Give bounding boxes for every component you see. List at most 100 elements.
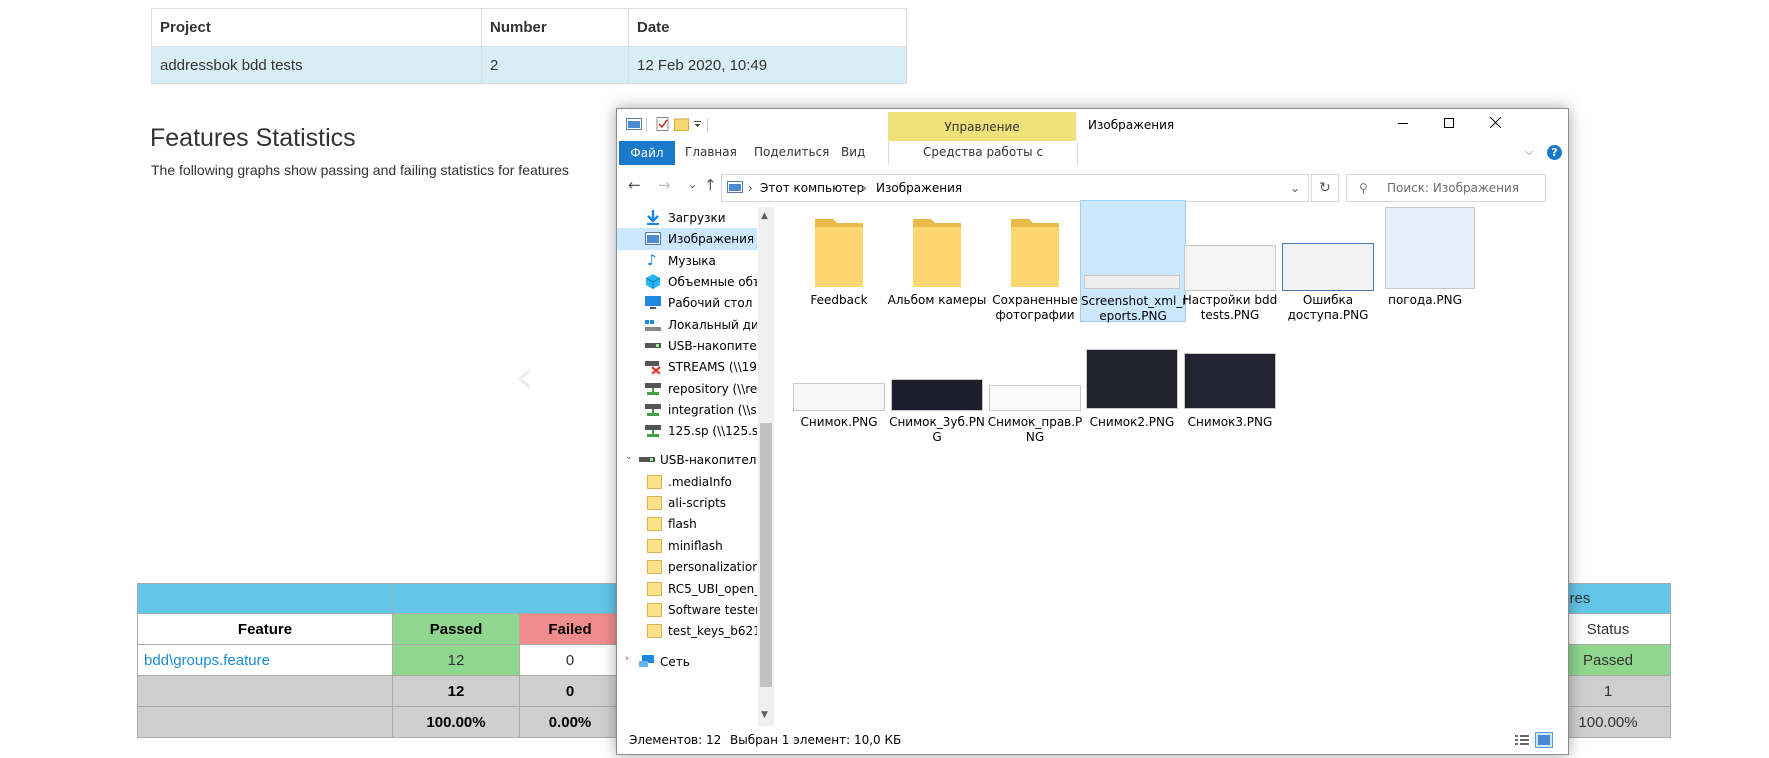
selection-info: Выбран 1 элемент: 10,0 КБ: [730, 733, 902, 747]
file-item-snimok[interactable]: Снимок.PNG: [787, 339, 891, 459]
large-icons-view-icon[interactable]: [1535, 732, 1553, 748]
up-icon[interactable]: ↑: [704, 176, 717, 194]
forward-icon[interactable]: →: [658, 176, 671, 194]
title-bar[interactable]: Управление Изображения: [617, 109, 1568, 141]
back-icon[interactable]: ←: [628, 176, 641, 194]
file-label: Feedback: [810, 293, 868, 307]
address-bar[interactable]: › Этот компьютер › Изображения ⌄: [721, 174, 1309, 202]
nav-item-desktop[interactable]: Рабочий стол: [617, 292, 757, 314]
file-item-snimok-prav[interactable]: Снимок_прав.P NG: [983, 339, 1087, 459]
nav-label: Музыка: [668, 254, 716, 268]
3d-objects-icon: [645, 274, 661, 289]
nav-item-streams[interactable]: STREAMS (\\192: [617, 356, 757, 378]
ribbon-tabs: Главная Поделиться Вид: [617, 141, 1568, 166]
file-item-snimok3[interactable]: Снимок3.PNG: [1178, 339, 1282, 459]
nav-item-mediainfo[interactable]: .mediaInfo: [617, 471, 757, 493]
nav-label: flash: [668, 517, 697, 531]
nav-item-ali-scripts[interactable]: ali-scripts: [617, 492, 757, 514]
file-item-snimok-zub[interactable]: Снимок_3уб.PN G: [885, 339, 989, 459]
refresh-button[interactable]: ↻: [1311, 174, 1339, 202]
maximize-icon: [1444, 118, 1454, 128]
pictures-folder-icon: [727, 181, 743, 193]
help-icon[interactable]: ?: [1547, 145, 1562, 160]
file-item-weather[interactable]: погода.PNG: [1373, 207, 1477, 327]
file-label: Снимок2.PNG: [1089, 415, 1175, 429]
file-label: Снимок3.PNG: [1187, 415, 1273, 429]
file-item-camera-roll[interactable]: Альбом камеры: [885, 207, 989, 327]
nav-item-125sp[interactable]: 125.sp (\\125.sp): [617, 420, 757, 442]
nav-item-rc5[interactable]: RC5_UBI_open_c: [617, 578, 757, 600]
tab-file[interactable]: Файл: [619, 141, 675, 165]
maximize-button[interactable]: [1426, 109, 1472, 139]
carousel-prev-icon[interactable]: ‹: [515, 349, 534, 405]
features-subtitle: The following graphs show passing and fa…: [151, 162, 569, 178]
qa-dropdown-icon[interactable]: [693, 117, 703, 131]
tab-view[interactable]: Вид: [841, 145, 865, 159]
network-icon: [639, 655, 654, 667]
nav-item-network[interactable]: › Сеть: [617, 651, 757, 673]
file-item-bdd-settings[interactable]: Настройки bdd tests.PNG: [1178, 207, 1282, 327]
image-thumbnail: [1086, 349, 1178, 409]
music-icon: ♪: [647, 251, 657, 269]
recent-dropdown-icon[interactable]: ⌄: [688, 178, 697, 191]
file-label: Screenshot_xml_r: [1081, 294, 1188, 308]
scroll-up-icon[interactable]: ▲: [761, 211, 768, 221]
expand-ribbon-icon[interactable]: ⌵: [1525, 145, 1533, 159]
search-box[interactable]: ⚲ Поиск: Изображения: [1346, 174, 1546, 202]
nav-label: miniflash: [668, 539, 723, 553]
nav-item-3d-objects[interactable]: Объемные объе: [617, 271, 757, 293]
scroll-thumb[interactable]: [760, 423, 772, 687]
address-dropdown-icon[interactable]: ⌄: [1290, 181, 1300, 195]
nav-scrollbar[interactable]: ▲ ▼: [758, 207, 774, 726]
nav-item-usb-drive-root[interactable]: ⌄ USB-накопитель: [617, 449, 757, 471]
network-drive-icon: [645, 404, 661, 416]
new-folder-icon[interactable]: [674, 117, 690, 131]
nav-item-repository[interactable]: repository (\\rep: [617, 378, 757, 400]
folder-icon: [1011, 219, 1059, 287]
nav-item-software-tester[interactable]: Software tester. I: [617, 599, 757, 621]
folder-icon: [647, 582, 662, 596]
passed-col-header: Passed: [392, 613, 520, 645]
nav-item-flash[interactable]: flash: [617, 513, 757, 535]
close-button[interactable]: [1472, 109, 1518, 139]
pct-label: [137, 706, 393, 738]
tab-home[interactable]: Главная: [685, 145, 737, 159]
nav-item-miniflash[interactable]: miniflash: [617, 535, 757, 557]
nav-item-test-keys[interactable]: test_keys_b621: [617, 620, 757, 642]
nav-label: Локальный дис: [668, 318, 757, 332]
manage-label[interactable]: Управление: [888, 120, 1076, 134]
nav-item-integration[interactable]: integration (\\st: [617, 399, 757, 421]
file-item-access-error[interactable]: Ошибка доступа.PNG: [1276, 207, 1380, 327]
scroll-down-icon[interactable]: ▼: [761, 710, 768, 720]
navigation-pane: Загрузки Изображения ♪ Музыка Объемные о…: [617, 207, 757, 726]
file-item-saved-pictures[interactable]: Сохраненные фотографии: [983, 207, 1087, 327]
image-thumbnail: [989, 385, 1081, 411]
file-item-feedback[interactable]: Feedback: [787, 207, 891, 327]
tab-picture-tools[interactable]: Средства работы с рисунками: [888, 141, 1078, 181]
breadcrumb-this-pc[interactable]: Этот компьютер: [760, 181, 864, 195]
pictures-icon: [645, 232, 661, 245]
nav-label: STREAMS (\\192: [668, 360, 757, 374]
file-item-snimok2[interactable]: Снимок2.PNG: [1080, 339, 1184, 459]
breadcrumb-pictures[interactable]: Изображения: [876, 181, 962, 195]
file-list: Feedback Альбом камеры Сохраненные фотог…: [774, 200, 1568, 726]
feature-link[interactable]: bdd\groups.feature: [137, 644, 393, 676]
nav-item-downloads[interactable]: Загрузки: [617, 207, 757, 229]
folder-icon: [647, 539, 662, 553]
minimize-button[interactable]: [1380, 109, 1426, 139]
nav-item-pictures[interactable]: Изображения: [617, 228, 757, 250]
image-thumbnail: [793, 383, 885, 411]
nav-item-music[interactable]: ♪ Музыка: [617, 250, 757, 272]
desktop-icon: [645, 296, 661, 309]
nav-item-local-disk[interactable]: Локальный дис: [617, 314, 757, 336]
project-table: Project Number Date addressbok bdd tests…: [151, 8, 907, 84]
details-view-icon[interactable]: [1513, 732, 1531, 748]
file-item-screenshot-xml[interactable]: Screenshot_xml_r eports.PNG: [1080, 200, 1188, 323]
properties-icon[interactable]: [655, 117, 671, 131]
qa-separator-2: [707, 118, 708, 132]
file-label: Снимок_прав.P: [987, 415, 1083, 429]
tab-share[interactable]: Поделиться: [754, 145, 829, 159]
nav-label: Объемные объе: [668, 275, 757, 289]
nav-item-personalization[interactable]: personalization: [617, 556, 757, 578]
nav-item-usb-drive[interactable]: USB-накопител: [617, 335, 757, 357]
